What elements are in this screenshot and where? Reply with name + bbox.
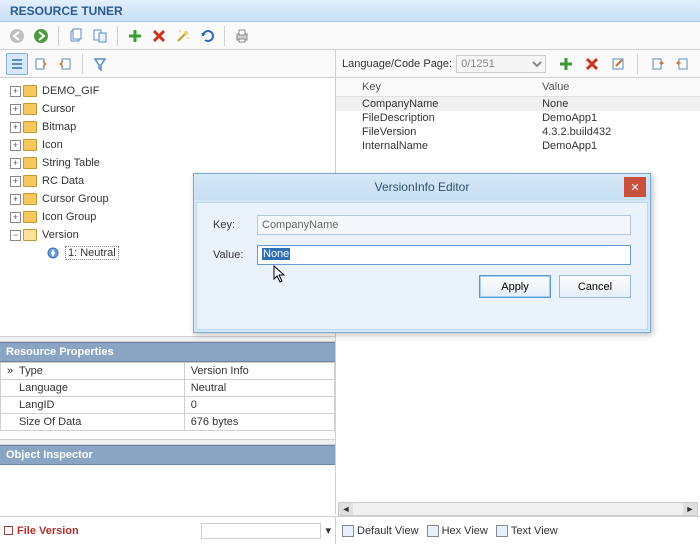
edit-icon[interactable] (607, 53, 629, 75)
value-input[interactable]: None (257, 245, 631, 265)
versioninfo-editor-dialog: VersionInfo Editor ✕ Key: Value: None Ap… (193, 173, 651, 333)
version-leaf-icon (46, 246, 60, 260)
inspector-header: Object Inspector (0, 445, 335, 465)
expander-icon[interactable]: + (10, 104, 21, 115)
expander-icon[interactable]: + (10, 158, 21, 169)
key-input[interactable] (257, 215, 631, 235)
column-header-value[interactable]: Value (534, 78, 700, 97)
bottom-bar: File Version ▾ Default View Hex View Tex… (0, 516, 700, 544)
text-view-icon (496, 525, 508, 537)
paste-icon[interactable] (89, 25, 111, 47)
scroll-left-icon[interactable]: ◄ (339, 503, 353, 515)
collapse-icon[interactable] (4, 526, 13, 535)
table-row[interactable]: LangID0 (1, 397, 335, 414)
add-button[interactable] (124, 25, 146, 47)
tab-default-view[interactable]: Default View (342, 525, 419, 537)
back-button[interactable] (6, 25, 28, 47)
table-row[interactable]: FileVersion4.3.2.build432 (336, 125, 700, 139)
apply-button[interactable]: Apply (479, 275, 551, 298)
default-view-icon (342, 525, 354, 537)
tree-item[interactable]: +Cursor (6, 100, 329, 118)
tab-hex-view[interactable]: Hex View (427, 525, 488, 537)
delete-button[interactable] (148, 25, 170, 47)
horizontal-scrollbar[interactable]: ◄ ► (338, 502, 698, 516)
add-button[interactable] (555, 53, 577, 75)
tree-item[interactable]: +DEMO_GIF (6, 82, 329, 100)
language-select[interactable]: 0/1251 (456, 55, 546, 73)
app-title-bar: RESOURCE TUNER (0, 0, 700, 22)
filter-icon[interactable] (89, 53, 111, 75)
properties-table: »TypeVersion Info LanguageNeutral LangID… (0, 362, 335, 431)
tree-view-icon[interactable] (6, 53, 28, 75)
print-button[interactable] (231, 25, 253, 47)
delete-button[interactable] (581, 53, 603, 75)
scroll-right-icon[interactable]: ► (683, 503, 697, 515)
language-bar: Language/Code Page: 0/1251 (336, 50, 700, 78)
table-row[interactable]: Size Of Data676 bytes (1, 414, 335, 431)
table-row[interactable]: FileDescriptionDemoApp1 (336, 111, 700, 125)
expander-icon[interactable]: + (10, 212, 21, 223)
export-icon[interactable] (672, 53, 694, 75)
key-value-table[interactable]: KeyValue CompanyNameNone FileDescription… (336, 78, 700, 153)
tree-item[interactable]: +Icon (6, 136, 329, 154)
undo-button[interactable] (196, 25, 218, 47)
import-icon[interactable] (646, 53, 668, 75)
properties-header: Resource Properties (0, 342, 335, 362)
value-label: Value: (213, 249, 257, 261)
collapse-icon[interactable] (54, 53, 76, 75)
expander-icon[interactable]: + (10, 194, 21, 205)
forward-button[interactable] (30, 25, 52, 47)
tree-toolbar (0, 50, 335, 78)
copy-icon[interactable] (65, 25, 87, 47)
table-row[interactable]: LanguageNeutral (1, 380, 335, 397)
expander-icon[interactable]: + (10, 86, 21, 97)
language-label: Language/Code Page: (342, 58, 452, 70)
expand-icon[interactable] (30, 53, 52, 75)
table-row[interactable]: »TypeVersion Info (1, 363, 335, 380)
cancel-button[interactable]: Cancel (559, 275, 631, 298)
main-toolbar (0, 22, 700, 50)
expander-icon[interactable]: − (10, 230, 21, 241)
column-header-key[interactable]: Key (354, 78, 534, 97)
key-label: Key: (213, 219, 257, 231)
table-row[interactable]: CompanyNameNone (336, 97, 700, 112)
hex-view-icon (427, 525, 439, 537)
close-button[interactable]: ✕ (624, 177, 646, 197)
file-version-input[interactable] (201, 523, 321, 539)
expander-icon[interactable]: + (10, 122, 21, 133)
expander-icon[interactable]: + (10, 140, 21, 151)
wizard-icon[interactable] (172, 25, 194, 47)
tab-text-view[interactable]: Text View (496, 525, 558, 537)
tree-item[interactable]: +String Table (6, 154, 329, 172)
file-version-label: File Version (17, 525, 197, 537)
expander-icon[interactable]: + (10, 176, 21, 187)
tree-item[interactable]: +Bitmap (6, 118, 329, 136)
dropdown-icon[interactable]: ▾ (325, 524, 331, 537)
dialog-title: VersionInfo Editor ✕ (194, 174, 650, 200)
table-row[interactable]: InternalNameDemoApp1 (336, 139, 700, 153)
